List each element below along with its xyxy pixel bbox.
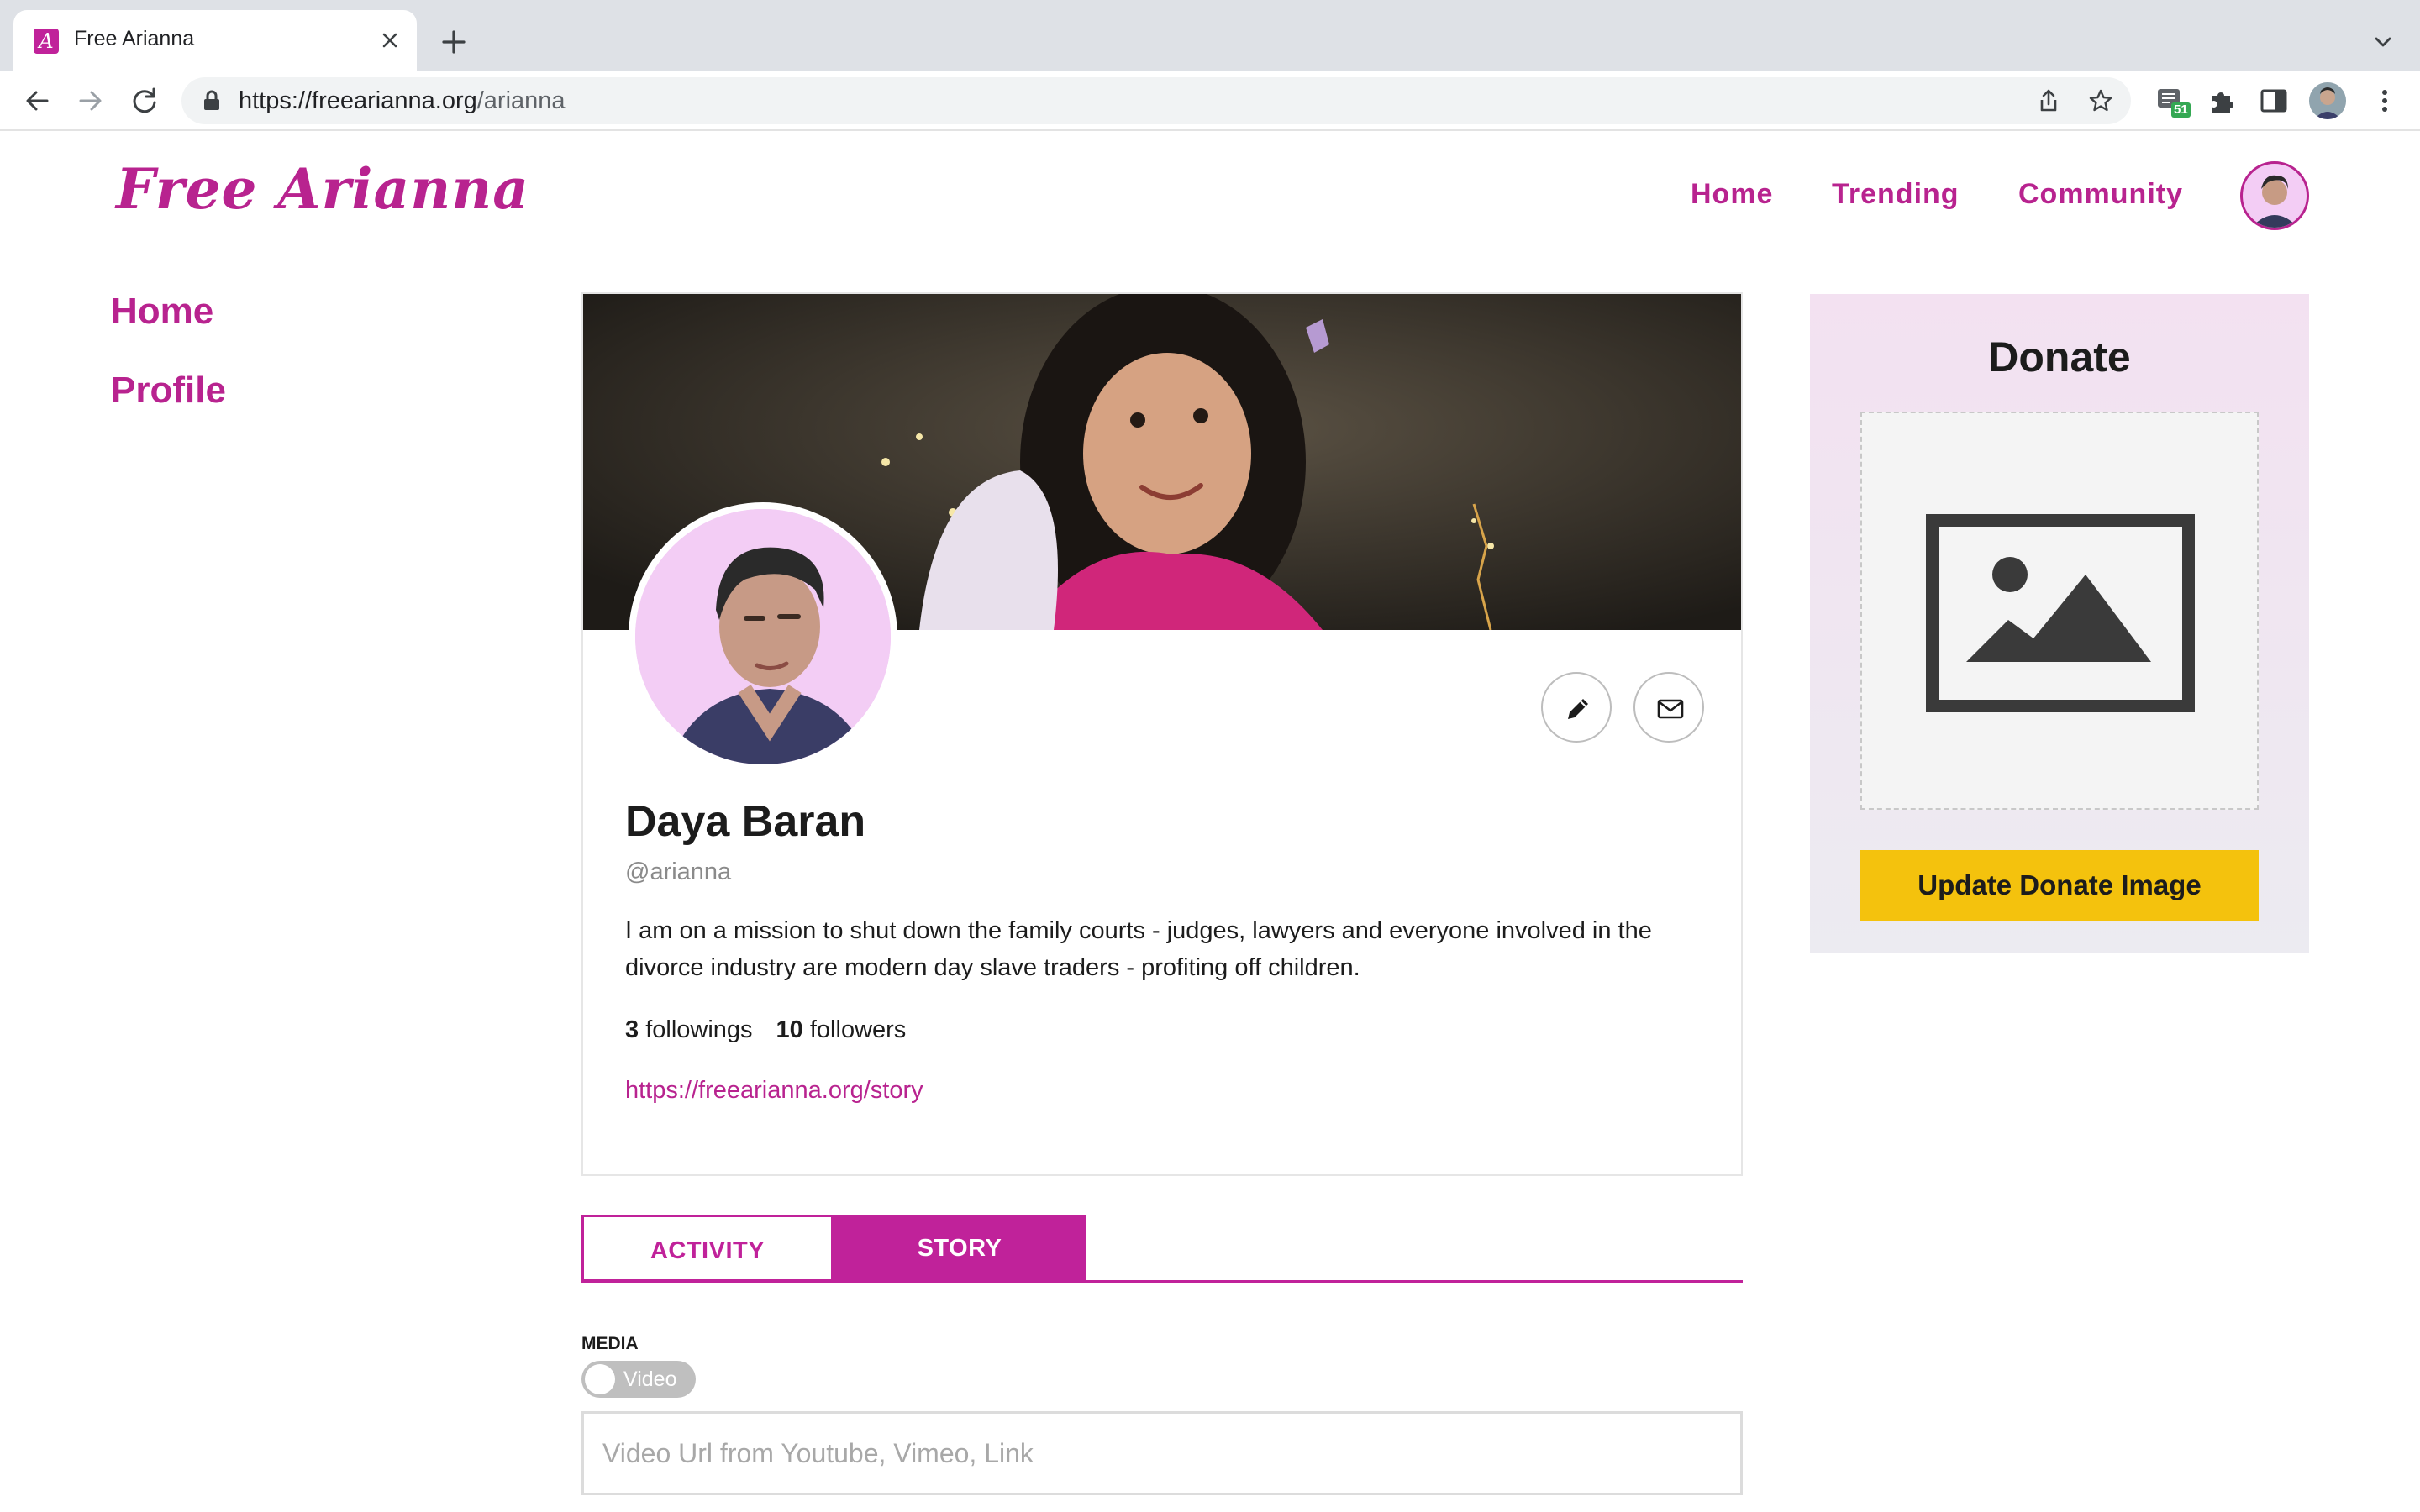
url-text[interactable]: https://freearianna.org/arianna bbox=[239, 87, 566, 115]
sidebar-item-profile[interactable]: Profile bbox=[111, 370, 226, 412]
puzzle-extensions-icon[interactable] bbox=[2205, 84, 2238, 118]
side-panel-icon[interactable] bbox=[2257, 84, 2291, 118]
message-button[interactable] bbox=[1634, 672, 1704, 743]
forward-arrow-icon[interactable] bbox=[74, 84, 108, 118]
donate-title: Donate bbox=[1988, 333, 2131, 381]
user-avatar[interactable] bbox=[2240, 161, 2309, 230]
browser-toolbar: https://freearianna.org/arianna 51 bbox=[0, 71, 2420, 131]
share-icon[interactable] bbox=[2035, 87, 2062, 114]
profile-name: Daya Baran bbox=[625, 797, 866, 846]
toggle-label: Video bbox=[623, 1368, 677, 1391]
person-photo-icon bbox=[2251, 175, 2298, 228]
person-photo-icon bbox=[2309, 82, 2346, 119]
follow-stats: 3 followings 10 followers bbox=[625, 1016, 906, 1044]
browser-tab-strip: A Free Arianna bbox=[0, 0, 2420, 71]
address-bar[interactable]: https://freearianna.org/arianna bbox=[182, 77, 2131, 124]
reload-icon[interactable] bbox=[128, 84, 161, 118]
back-arrow-icon[interactable] bbox=[20, 84, 54, 118]
new-tab-icon[interactable] bbox=[437, 25, 471, 59]
profile-website-link[interactable]: https://freearianna.org/story bbox=[625, 1077, 923, 1105]
followings-label: followings bbox=[645, 1016, 753, 1043]
profile-avatar[interactable] bbox=[629, 502, 897, 771]
followers-label: followers bbox=[809, 1016, 907, 1043]
edit-profile-button[interactable] bbox=[1541, 672, 1612, 743]
person-photo-icon bbox=[635, 509, 891, 764]
browser-tab[interactable]: A Free Arianna bbox=[13, 10, 417, 71]
tabs-underline bbox=[581, 1280, 1743, 1283]
donate-panel: Donate Update Donate Image bbox=[1810, 294, 2309, 953]
bookmark-star-icon[interactable] bbox=[2087, 87, 2114, 114]
browser-profile-avatar[interactable] bbox=[2309, 82, 2346, 119]
extension-badge: 51 bbox=[2171, 102, 2191, 118]
sidebar-item-home[interactable]: Home bbox=[111, 291, 213, 333]
image-placeholder-icon bbox=[1926, 514, 2195, 712]
tab-story[interactable]: STORY bbox=[834, 1215, 1086, 1282]
tab-title: Free Arianna bbox=[74, 27, 195, 50]
followers-stat[interactable]: 10 followers bbox=[776, 1016, 907, 1043]
site-logo[interactable]: Free Arianna bbox=[116, 156, 529, 222]
nav-community[interactable]: Community bbox=[2018, 178, 2183, 211]
chevron-down-icon[interactable] bbox=[2370, 29, 2396, 55]
followers-count: 10 bbox=[776, 1016, 803, 1043]
video-toggle[interactable]: Video bbox=[581, 1361, 696, 1398]
donate-image-placeholder[interactable] bbox=[1860, 412, 2259, 810]
nav-home[interactable]: Home bbox=[1691, 178, 1773, 211]
url-path: /arianna bbox=[476, 87, 566, 114]
more-menu-icon[interactable] bbox=[2368, 84, 2402, 118]
close-tab-icon[interactable] bbox=[376, 27, 403, 54]
mail-icon bbox=[1657, 699, 1684, 719]
nav-trending[interactable]: Trending bbox=[1832, 178, 1960, 211]
pencil-icon bbox=[1568, 699, 1588, 719]
followings-count: 3 bbox=[625, 1016, 639, 1043]
followings-stat[interactable]: 3 followings bbox=[625, 1016, 753, 1043]
profile-card: Daya Baran @arianna I am on a mission to… bbox=[581, 292, 1743, 1176]
video-url-input[interactable] bbox=[581, 1411, 1743, 1495]
site-favicon-icon: A bbox=[34, 29, 59, 54]
profile-bio: I am on a mission to shut down the famil… bbox=[625, 917, 1652, 981]
toggle-knob bbox=[585, 1364, 615, 1394]
tab-activity[interactable]: ACTIVITY bbox=[581, 1215, 834, 1282]
media-label: MEDIA bbox=[581, 1334, 639, 1353]
profile-handle: @arianna bbox=[625, 858, 732, 885]
url-host: https://freearianna.org bbox=[239, 87, 477, 114]
extension-icon[interactable]: 51 bbox=[2154, 84, 2191, 118]
lock-icon[interactable] bbox=[200, 89, 224, 113]
update-donate-image-button[interactable]: Update Donate Image bbox=[1860, 850, 2259, 921]
